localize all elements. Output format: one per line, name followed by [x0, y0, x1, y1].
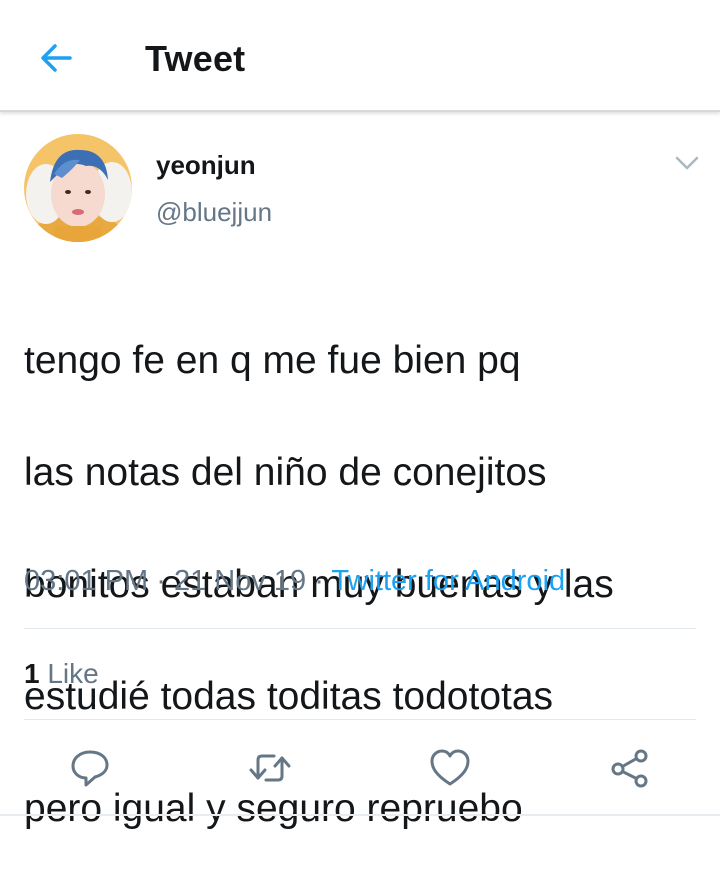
reply-icon [71, 750, 109, 787]
likes-count: 1 [24, 658, 40, 689]
tweet-meta: 03:01 PM · 21 Nov 19 · Twitter for Andro… [24, 565, 565, 598]
author-handle[interactable]: @bluejjun [156, 197, 272, 228]
back-button[interactable] [36, 38, 76, 78]
tweet-line: las notas del niño de conejitos [24, 451, 547, 494]
chevron-down-icon [675, 156, 699, 170]
meta-separator: · [314, 565, 324, 597]
divider [24, 719, 696, 720]
arrow-left-icon [41, 44, 72, 72]
tweet-date: 21 Nov 19 [173, 565, 307, 597]
share-button[interactable] [606, 744, 654, 792]
meta-separator: · [156, 565, 166, 597]
tweet-line: pero igual y seguro repruebo [24, 787, 523, 830]
tweet-line: estudié todas toditas todototas [24, 675, 554, 718]
divider [24, 628, 696, 629]
like-button[interactable] [426, 744, 474, 792]
more-options-button[interactable] [670, 148, 704, 178]
tweet-source-link[interactable]: Twitter for Android [331, 565, 565, 597]
tweet-time: 03:01 PM [24, 565, 149, 597]
share-icon [611, 749, 648, 788]
page-title: Tweet [145, 38, 246, 79]
avatar-photo [24, 134, 132, 242]
tweet-line: tengo fe en q me fue bien pq [24, 339, 521, 382]
reply-button[interactable] [66, 744, 114, 792]
avatar[interactable] [24, 134, 132, 242]
retweet-button[interactable] [246, 744, 294, 792]
retweet-icon [249, 754, 291, 782]
likes-stat[interactable]: 1 Like [24, 658, 99, 690]
likes-label: Like [47, 658, 99, 689]
bottom-divider [0, 814, 720, 816]
author-name[interactable]: yeonjun [156, 150, 256, 181]
top-app-bar: Tweet [0, 0, 720, 112]
like-heart-icon [430, 749, 470, 786]
